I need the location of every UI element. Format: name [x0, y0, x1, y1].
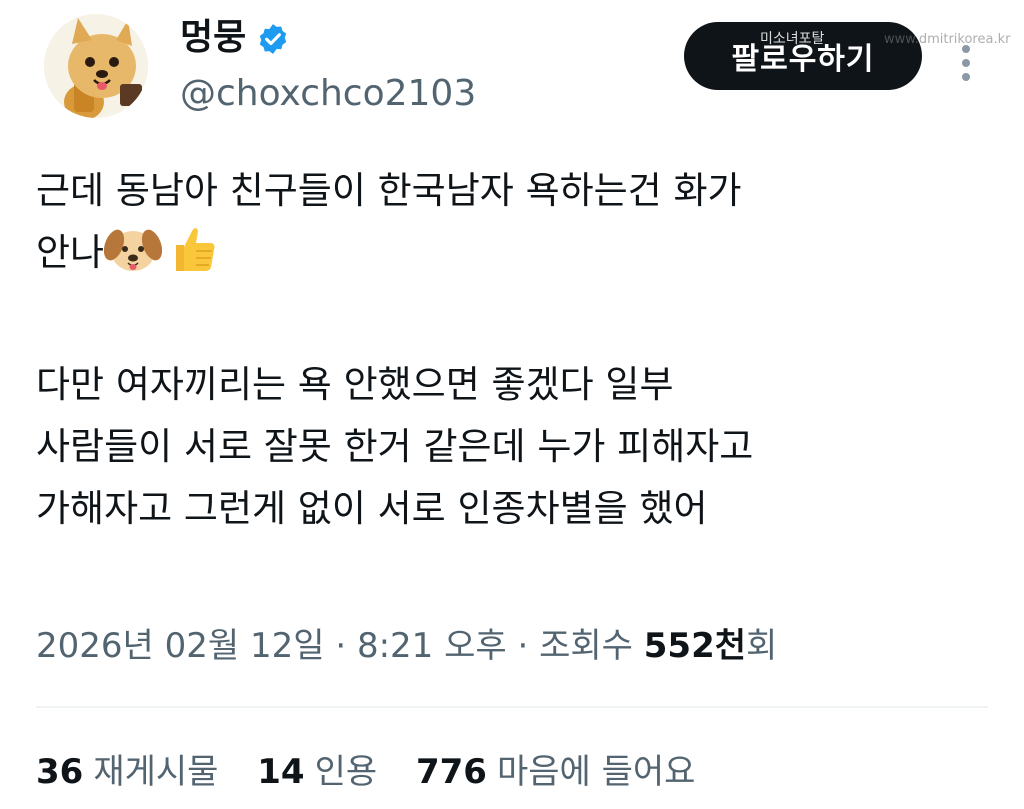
likes-count: 776 [415, 752, 487, 792]
tweet-meta: 2026년 02월 12일 · 8:21 오후 · 조회수 552천회 [36, 622, 777, 670]
meta-separator: · [324, 626, 357, 666]
user-handle[interactable]: @choxchco2103 [180, 70, 476, 118]
likes-label: 마음에 들어요 [496, 752, 696, 792]
watermark-text: 미소녀포탈 [760, 31, 825, 47]
quotes-stat[interactable]: 14 인용 [257, 752, 377, 792]
watermark-url: www.dmitrikorea.kr [884, 32, 1011, 47]
engagement-stats: 36 재게시물 14 인용 776 마음에 들어요 [36, 748, 723, 796]
tweet-line-3: 다만 여자끼리는 욕 안했으면 좋겠다 일부 [36, 363, 674, 406]
tweet-header: 멍뭉 @choxchco2103 팔로우하기 미소녀포탈 www.dmitrik… [0, 0, 1024, 140]
more-vertical-icon[interactable] [955, 40, 977, 86]
display-name[interactable]: 멍뭉 [180, 14, 290, 62]
divider [36, 706, 988, 708]
post-date[interactable]: 2026년 02월 12일 [36, 626, 325, 666]
avatar[interactable] [44, 14, 148, 118]
retweets-label: 재게시물 [93, 752, 219, 792]
tweet-line-2-text: 안나 [36, 231, 105, 274]
views-label: 조회수 [539, 626, 644, 666]
retweets-count: 36 [36, 752, 84, 792]
tweet-line-2: 안나 [36, 222, 996, 284]
thumbs-up-emoji-icon [162, 223, 220, 275]
tweet-text: 근데 동남아 친구들이 한국남자 욕하는건 화가 안나 다만 여자끼리는 욕 안… [36, 160, 996, 540]
verified-badge-icon [256, 21, 290, 55]
likes-stat[interactable]: 776 마음에 들어요 [416, 752, 695, 792]
tweet-line-4: 사람들이 서로 잘못 한거 같은데 누가 피해자고 [36, 425, 754, 468]
tweet-line-1: 근데 동남아 친구들이 한국남자 욕하는건 화가 [36, 169, 742, 212]
tweet-line-5: 가해자고 그런게 없이 서로 인종차별을 했어 [36, 487, 708, 530]
views-count[interactable]: 552천 [644, 626, 746, 666]
quotes-label: 인용 [314, 752, 378, 792]
post-time[interactable]: 8:21 오후 [357, 626, 507, 666]
quotes-count: 14 [257, 752, 305, 792]
display-name-text: 멍뭉 [180, 17, 247, 58]
dog-face-emoji-icon [104, 223, 163, 275]
views-suffix: 회 [746, 626, 778, 666]
retweets-stat[interactable]: 36 재게시물 [36, 752, 218, 792]
meta-separator: · [506, 626, 540, 666]
dog-avatar-icon [44, 14, 148, 118]
